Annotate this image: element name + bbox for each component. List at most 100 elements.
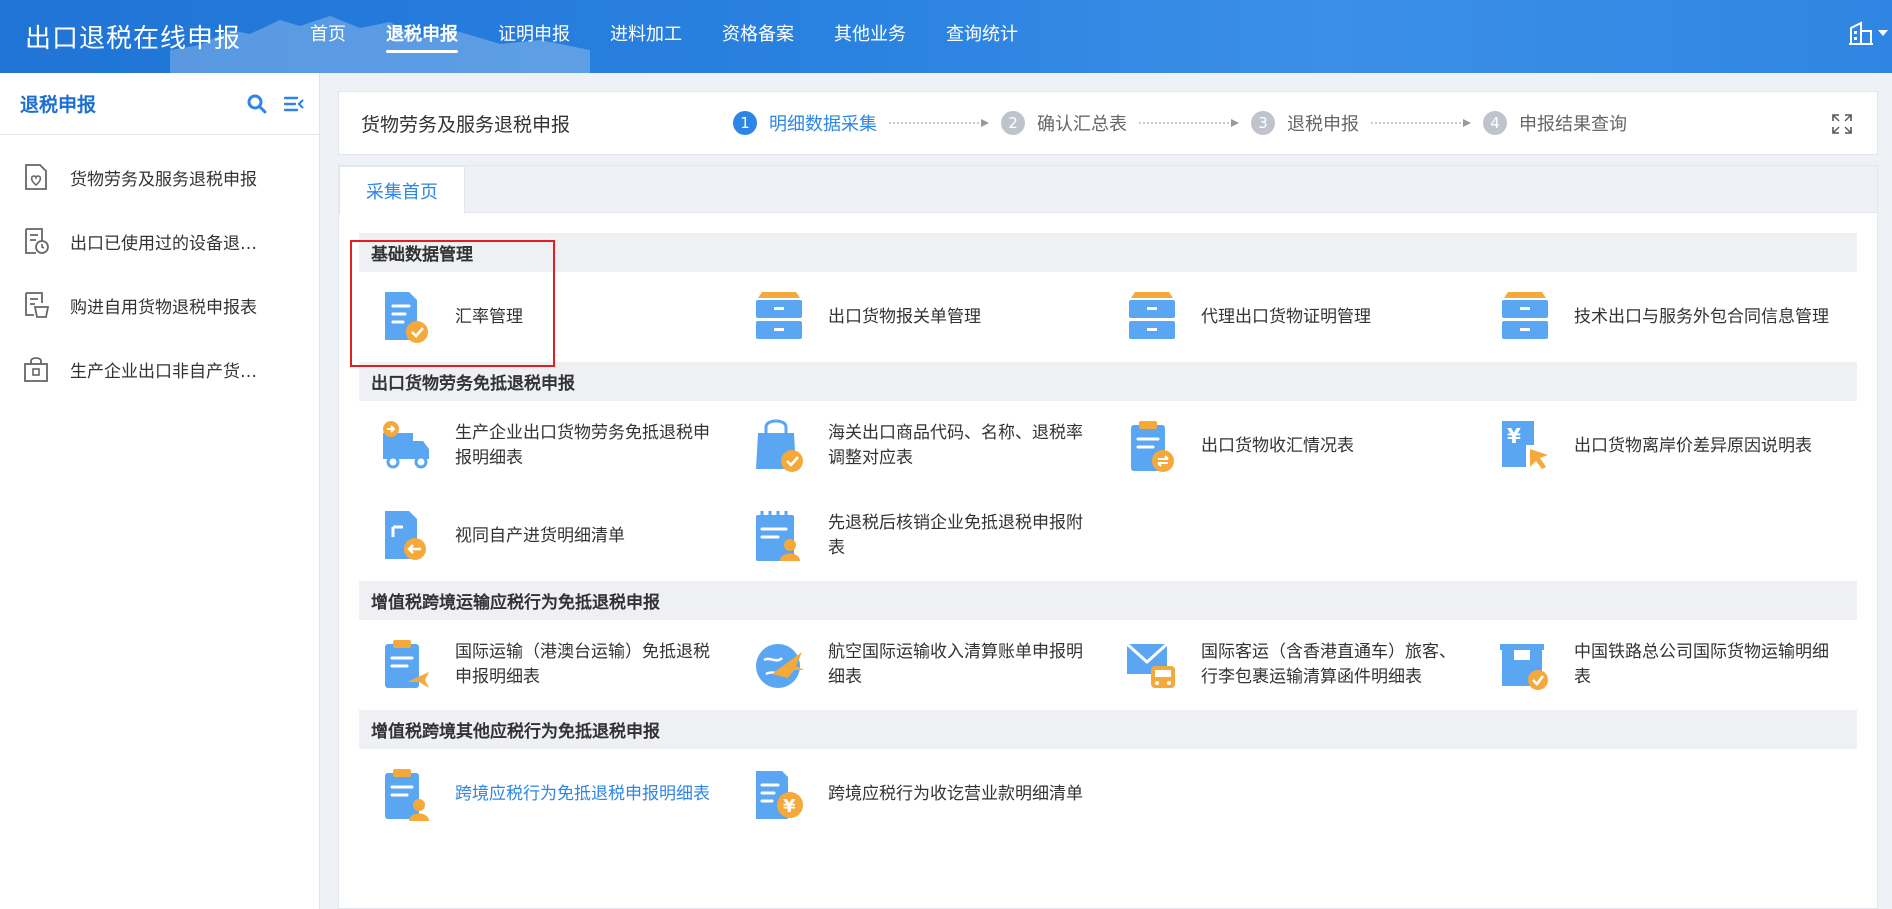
- card-production-enterprise-detail[interactable]: 生产企业出口货物劳务免抵退税申报明细表: [359, 401, 732, 491]
- top-bar: 出口退税在线申报 首页 退税申报 证明申报 进料加工 资格备案 其他业务 查询统…: [0, 0, 1892, 73]
- card-label: 代理出口货物证明管理: [1201, 306, 1371, 327]
- step-3[interactable]: 3 退税申报: [1251, 110, 1359, 136]
- card-passenger-transport[interactable]: 国际客运（含香港直通车）旅客、行李包裹运输清算函件明细表: [1105, 620, 1478, 710]
- card-label: 国际客运（含香港直通车）旅客、行李包裹运输清算函件明细表: [1201, 642, 1456, 687]
- card-refund-before-verify[interactable]: 先退税后核销企业免抵退税申报附表: [732, 491, 1105, 581]
- sidebar-item-label: 出口已使用过的设备退…: [70, 233, 257, 254]
- document-clock-icon: [25, 228, 49, 254]
- svg-text:¥: ¥: [783, 796, 796, 817]
- card-label: 国际运输（港澳台运输）免抵退税申报明细表: [455, 642, 710, 687]
- nav-qualification-filing[interactable]: 资格备案: [702, 0, 814, 73]
- card-cross-border-receipts[interactable]: ¥ 跨境应税行为收讫营业款明细清单: [732, 749, 1105, 839]
- card-customs-declaration[interactable]: 出口货物报关单管理: [732, 272, 1105, 362]
- step-2[interactable]: 2 确认汇总表: [1001, 110, 1127, 136]
- nav-other-business[interactable]: 其他业务: [814, 0, 926, 73]
- sidebar-header: 退税申报: [0, 73, 319, 135]
- doc-check-icon: [385, 292, 428, 343]
- step-number: 2: [1001, 111, 1025, 135]
- doc-arrow-icon: [385, 511, 426, 560]
- dotted-arrow-icon: [1371, 119, 1471, 127]
- document-basket-icon: [25, 292, 50, 318]
- sidebar-item-label: 生产企业出口非自产货…: [70, 361, 257, 382]
- step-label: 申报结果查询: [1519, 114, 1627, 135]
- sidebar-title: 退税申报: [20, 94, 97, 116]
- shopping-bag-icon: [756, 419, 803, 472]
- sidebar-item-used-equipment[interactable]: 出口已使用过的设备退…: [0, 209, 319, 273]
- sidebar-item-goods-services-refund[interactable]: 货物劳务及服务退税申报: [0, 145, 319, 209]
- step-label: 退税申报: [1287, 114, 1359, 135]
- dotted-arrow-icon: [889, 119, 989, 127]
- card-agency-export-cert[interactable]: 代理出口货物证明管理: [1105, 272, 1478, 362]
- step-1[interactable]: 1 明细数据采集: [733, 110, 877, 136]
- section-title: 增值税跨境其他应税行为免抵退税申报: [359, 710, 1857, 749]
- sidebar-item-label: 货物劳务及服务退税申报: [70, 169, 257, 190]
- card-label: 视同自产进货明细清单: [455, 525, 625, 546]
- section-title: 基础数据管理: [359, 233, 1857, 272]
- sidebar-item-non-self-produced[interactable]: 生产企业出口非自产货…: [0, 337, 319, 401]
- clipboard-user-icon: [385, 769, 429, 821]
- cabinet-icon: [756, 292, 802, 339]
- fullscreen-icon[interactable]: [1831, 113, 1853, 135]
- box-check-icon: [1500, 644, 1548, 690]
- document-heart-icon: [25, 164, 47, 190]
- nav-certificate-declaration[interactable]: 证明申报: [478, 0, 590, 73]
- step-label: 明细数据采集: [769, 114, 877, 135]
- svg-text:¥: ¥: [1507, 424, 1521, 448]
- card-fob-difference[interactable]: ¥ 出口货物离岸价差异原因说明表: [1478, 401, 1851, 491]
- calendar-user-icon: [756, 511, 800, 561]
- sidebar: 退税申报 货物劳务及服务退税申报 出口已使用过的设备退… 购进自用货物退税申报表…: [0, 73, 320, 909]
- card-cross-border-detail[interactable]: 跨境应税行为免抵退税申报明细表: [359, 749, 732, 839]
- yen-cursor-icon: ¥: [1502, 421, 1548, 469]
- section-cross-border-transport: 增值税跨境运输应税行为免抵退税申报 国际运输（港澳台运输）免抵退税申报明细表 航…: [359, 581, 1857, 710]
- page-title: 货物劳务及服务退税申报: [361, 113, 571, 136]
- step-label: 确认汇总表: [1037, 114, 1127, 135]
- step-4[interactable]: 4 申报结果查询: [1483, 110, 1627, 136]
- card-label: 出口货物收汇情况表: [1201, 435, 1354, 456]
- card-tech-export-contract[interactable]: 技术出口与服务外包合同信息管理: [1478, 272, 1851, 362]
- card-label: 海关出口商品代码、名称、退税率调整对应表: [828, 423, 1083, 468]
- clipboard-exchange-icon: [1131, 421, 1174, 472]
- card-label: 出口货物报关单管理: [828, 306, 981, 327]
- card-label: 跨境应税行为收讫营业款明细清单: [828, 783, 1083, 804]
- card-international-transport[interactable]: 国际运输（港澳台运输）免抵退税申报明细表: [359, 620, 732, 710]
- card-label: 中国铁路总公司国际货物运输明细表: [1574, 642, 1829, 687]
- truck-icon: [383, 421, 429, 469]
- collapse-menu-icon[interactable]: [283, 95, 305, 113]
- sidebar-item-label: 购进自用货物退税申报表: [70, 297, 257, 318]
- cabinet-icon: [1129, 292, 1175, 339]
- card-foreign-exchange[interactable]: 出口货物收汇情况表: [1105, 401, 1478, 491]
- card-self-produced-purchase[interactable]: 视同自产进货明细清单: [359, 491, 732, 581]
- card-railway-freight[interactable]: 中国铁路总公司国际货物运输明细表: [1478, 620, 1851, 710]
- doc-yen-icon: ¥: [756, 771, 803, 819]
- step-bar: 货物劳务及服务退税申报 1 明细数据采集 2 确认汇总表 3 退税申报 4 申报…: [338, 91, 1878, 155]
- step-number: 1: [733, 111, 757, 135]
- nav-refund-declaration[interactable]: 退税申报: [366, 0, 478, 73]
- card-aviation-settlement[interactable]: 航空国际运输收入清算账单申报明细表: [732, 620, 1105, 710]
- section-title: 增值税跨境运输应税行为免抵退税申报: [359, 581, 1857, 620]
- card-label: 先退税后核销企业免抵退税申报附表: [828, 513, 1083, 558]
- section-basic-data: 基础数据管理 汇率管理 出口货物报关单管理 代理出口货物证明管理 技术出口与服务…: [359, 233, 1857, 362]
- card-customs-code-adjust[interactable]: 海关出口商品代码、名称、退税率调整对应表: [732, 401, 1105, 491]
- tab-bar: 采集首页: [339, 166, 1877, 214]
- main-content: 货物劳务及服务退税申报 1 明细数据采集 2 确认汇总表 3 退税申报 4 申报…: [338, 91, 1878, 909]
- card-label: 技术出口与服务外包合同信息管理: [1574, 306, 1829, 327]
- building-icon[interactable]: [1848, 20, 1874, 46]
- tab-collect-home[interactable]: 采集首页: [339, 166, 465, 214]
- section-export-goods: 出口货物劳务免抵退税申报 生产企业出口货物劳务免抵退税申报明细表 海关出口商品代…: [359, 362, 1857, 581]
- chevron-down-icon[interactable]: [1878, 29, 1888, 37]
- nav-processing-trade[interactable]: 进料加工: [590, 0, 702, 73]
- card-exchange-rate[interactable]: 汇率管理: [359, 272, 732, 362]
- nav-home[interactable]: 首页: [290, 0, 366, 73]
- bag-icon: [24, 357, 48, 382]
- search-icon[interactable]: [247, 94, 267, 114]
- step-number: 4: [1483, 111, 1507, 135]
- dotted-arrow-icon: [1139, 119, 1239, 127]
- content-panel: 采集首页 基础数据管理 汇率管理 出口货物报关单管理 代理出口货物证明管理 技术…: [338, 165, 1878, 909]
- top-nav: 首页 退税申报 证明申报 进料加工 资格备案 其他业务 查询统计: [290, 0, 1038, 73]
- section-cross-border-other: 增值税跨境其他应税行为免抵退税申报 跨境应税行为免抵退税申报明细表 ¥ 跨境应税…: [359, 710, 1857, 839]
- card-label: 跨境应税行为免抵退税申报明细表: [455, 783, 710, 804]
- card-label: 航空国际运输收入清算账单申报明细表: [828, 642, 1083, 687]
- sidebar-item-self-use-goods[interactable]: 购进自用货物退税申报表: [0, 273, 319, 337]
- nav-query-statistics[interactable]: 查询统计: [926, 0, 1038, 73]
- user-menu[interactable]: [1848, 20, 1888, 46]
